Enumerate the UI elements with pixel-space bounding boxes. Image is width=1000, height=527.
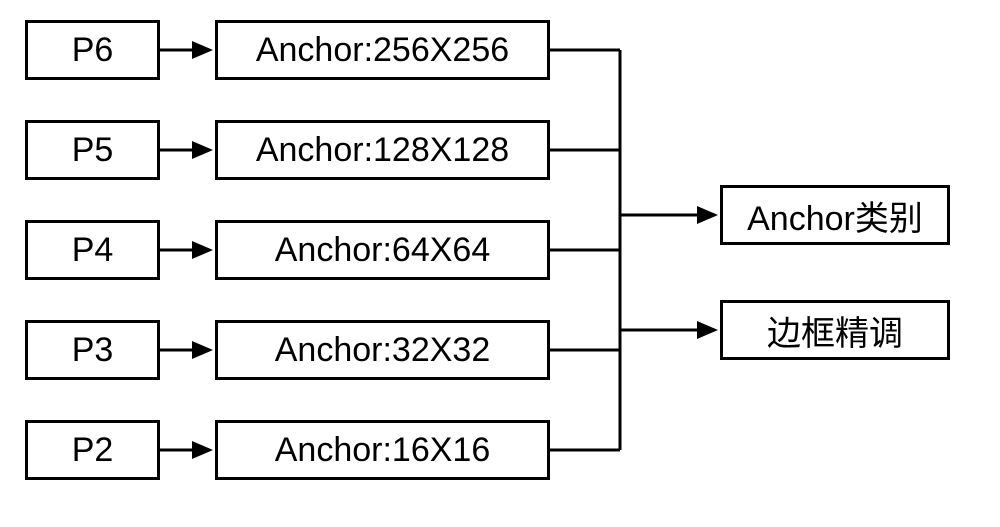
output-label: Anchor类别 [747, 191, 923, 240]
output-anchor-class: Anchor类别 [720, 185, 950, 245]
level-label: P4 [72, 231, 114, 270]
anchor-box-16: Anchor:16X16 [215, 420, 550, 480]
level-box-p4: P4 [25, 220, 160, 280]
anchor-label: Anchor:256X256 [256, 31, 509, 70]
level-box-p6: P6 [25, 20, 160, 80]
level-label: P2 [72, 431, 114, 470]
level-label: P6 [72, 31, 114, 70]
output-bbox-refine: 边框精调 [720, 300, 950, 360]
anchor-label: Anchor:32X32 [275, 331, 491, 370]
level-box-p2: P2 [25, 420, 160, 480]
anchor-box-64: Anchor:64X64 [215, 220, 550, 280]
output-label: 边框精调 [767, 306, 903, 355]
anchor-label: Anchor:64X64 [275, 231, 491, 270]
level-label: P3 [72, 331, 114, 370]
anchor-label: Anchor:128X128 [256, 131, 509, 170]
level-box-p3: P3 [25, 320, 160, 380]
anchor-box-32: Anchor:32X32 [215, 320, 550, 380]
anchor-box-128: Anchor:128X128 [215, 120, 550, 180]
anchor-box-256: Anchor:256X256 [215, 20, 550, 80]
level-label: P5 [72, 131, 114, 170]
level-box-p5: P5 [25, 120, 160, 180]
anchor-label: Anchor:16X16 [275, 431, 491, 470]
